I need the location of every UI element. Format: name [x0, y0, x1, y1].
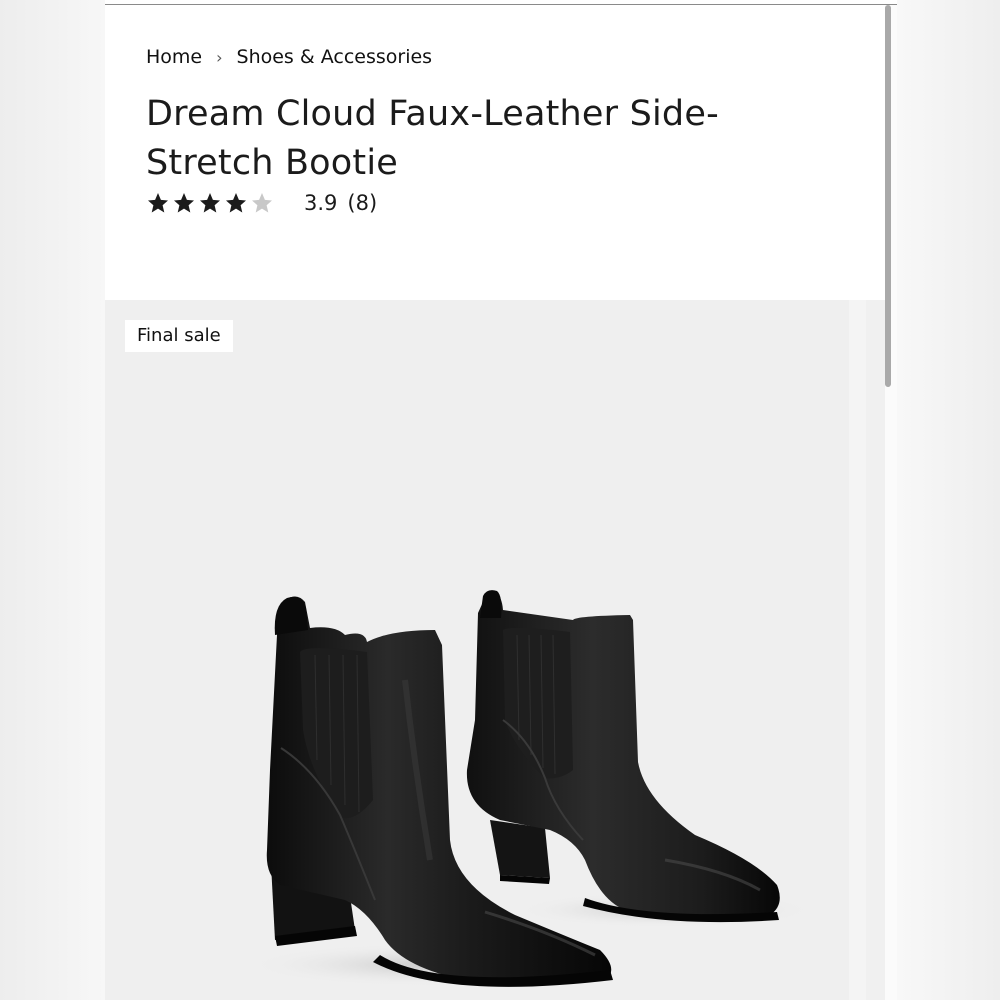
breadcrumb-category-link[interactable]: Shoes & Accessories: [237, 46, 433, 68]
back-boot: [466, 590, 780, 923]
chevron-right-icon: ›: [216, 47, 223, 67]
star-filled-icon: [148, 193, 168, 213]
rating-value: 3.9: [304, 191, 338, 215]
star-rating: [146, 191, 274, 215]
star-empty-icon: [252, 193, 272, 213]
product-image[interactable]: [105, 300, 849, 1000]
star-filled-icon: [174, 193, 194, 213]
product-title: Dream Cloud Faux-Leather Side-Stretch Bo…: [146, 94, 719, 183]
product-image-gallery[interactable]: Final sale: [105, 300, 849, 1000]
final-sale-badge: Final sale: [125, 320, 233, 352]
page-background-left: [0, 0, 105, 1000]
breadcrumb-home-link[interactable]: Home: [146, 46, 202, 68]
star-filled-icon: [200, 193, 220, 213]
star-filled-icon: [226, 193, 246, 213]
scrollbar-thumb[interactable]: [885, 5, 891, 387]
product-rating[interactable]: 3.9 (8): [146, 187, 377, 219]
page-background-right: [897, 0, 1000, 1000]
review-count-link[interactable]: (8): [347, 191, 377, 215]
breadcrumb: Home › Shoes & Accessories: [146, 44, 432, 70]
next-image-peek[interactable]: [866, 300, 885, 1000]
